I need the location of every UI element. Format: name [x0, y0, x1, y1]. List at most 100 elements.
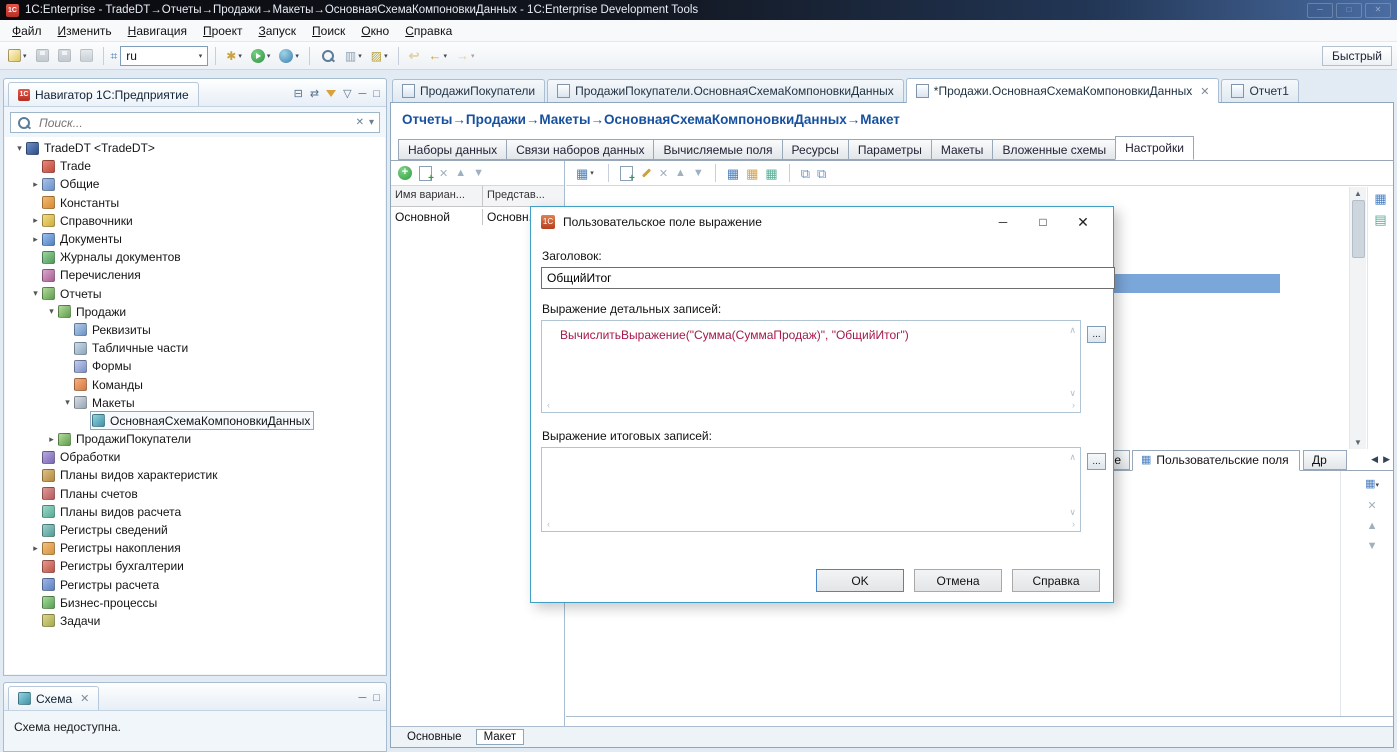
cancel-button[interactable]: Отмена	[914, 569, 1002, 592]
editor-tab-otchet1[interactable]: Отчет1	[1221, 79, 1299, 102]
schema-view-tab[interactable]: Схема ✕	[8, 686, 100, 710]
select-fields-icon[interactable]: ▦	[727, 167, 739, 180]
tree-item-attributes[interactable]: Реквизиты	[5, 321, 385, 339]
move-variant-up-icon[interactable]: ▲	[455, 167, 466, 179]
subtab-settings[interactable]: Настройки	[1115, 136, 1194, 160]
expand-arrow[interactable]: ▸	[29, 234, 42, 245]
save-all-button[interactable]	[55, 47, 74, 64]
menu-search[interactable]: Поиск	[304, 21, 353, 41]
tree-item-templates[interactable]: ▾ Макеты	[5, 394, 385, 412]
expand-arrow[interactable]: ▾	[45, 306, 58, 317]
move-variant-down-icon[interactable]: ▼	[473, 167, 484, 179]
settings-tab-user-fields[interactable]: ▦ Пользовательские поля	[1132, 450, 1300, 471]
expand-arrow[interactable]: ▾	[29, 288, 42, 299]
help-button[interactable]: Справка	[1012, 569, 1100, 592]
column-variant-name[interactable]: Имя вариан...	[391, 186, 483, 206]
subtab-resources[interactable]: Ресурсы	[781, 139, 849, 160]
tree-item-charts-of-calculation-types[interactable]: Планы видов расчета	[5, 503, 385, 521]
vertical-scrollbar[interactable]: ▲ ▼	[1349, 187, 1366, 449]
add-user-field-button[interactable]: ▦▾	[1365, 476, 1379, 491]
tree-item-accounting-registers[interactable]: Регистры бухгалтерии	[5, 557, 385, 575]
detail-expression-field[interactable]: ВычислитьВыражение("Сумма(СуммаПродаж)",…	[541, 320, 1081, 413]
window-close-icon[interactable]: ✕	[1365, 2, 1391, 18]
tree-item-business-processes[interactable]: Бизнес-процессы	[5, 594, 385, 612]
tree-item-constants[interactable]: Константы	[5, 194, 385, 212]
minimize-view-icon[interactable]: ─	[359, 692, 367, 704]
caption-input[interactable]	[541, 267, 1115, 289]
tree-item-prodazhipokupateli[interactable]: ▸ ПродажиПокупатели	[5, 430, 385, 448]
delete-user-field-icon[interactable]: ✕	[1367, 499, 1376, 512]
debug-button[interactable]: ▾	[276, 47, 302, 65]
subtab-templates[interactable]: Макеты	[930, 139, 994, 160]
edit-item-icon[interactable]	[640, 167, 652, 180]
tree-item-forms[interactable]: Формы	[5, 357, 385, 375]
print-button[interactable]	[77, 47, 96, 64]
collapse-all-icon[interactable]: ⊟	[294, 87, 303, 100]
bottom-tab-template[interactable]: Макет	[475, 729, 525, 745]
delete-item-icon[interactable]: ✕	[659, 167, 668, 180]
add-item-icon[interactable]	[619, 165, 635, 184]
menu-edit[interactable]: Изменить	[50, 21, 120, 41]
tree-item-reports[interactable]: ▾ Отчеты	[5, 285, 385, 303]
group-items-icon[interactable]: ⧉	[801, 167, 810, 180]
tree-item-tasks[interactable]: Задачи	[5, 612, 385, 630]
settings-tab-partial-right[interactable]: Др	[1303, 450, 1347, 470]
tree-item-calculation-registers[interactable]: Регистры расчета	[5, 576, 385, 594]
conditional-appearance-icon[interactable]: ▦	[765, 167, 777, 180]
move-item-up-icon[interactable]: ▲	[675, 167, 686, 179]
detail-expression-more-button[interactable]: ...	[1087, 326, 1106, 343]
dialog-close-icon[interactable]: ✕	[1063, 208, 1103, 236]
tree-item-common[interactable]: ▸ Общие	[5, 175, 385, 193]
subtab-data-set-links[interactable]: Связи наборов данных	[506, 139, 655, 160]
forward-button[interactable]: → ▾	[453, 46, 478, 65]
back-button[interactable]: ← ▾	[426, 46, 451, 65]
add-variant-icon[interactable]	[398, 165, 412, 180]
annotations-button[interactable]: ▥ ▾	[342, 47, 365, 65]
external-tools-button[interactable]: ✱ ▾	[223, 47, 245, 65]
variant-name-cell[interactable]: Основной	[391, 208, 483, 225]
editor-tab-prodazhipokupateli[interactable]: ПродажиПокупатели	[392, 79, 546, 102]
tree-item-trade[interactable]: Trade	[5, 157, 385, 175]
move-to-group-icon[interactable]: ⧉	[817, 167, 826, 180]
tabs-scroll-left-icon[interactable]: ◀	[1371, 454, 1378, 465]
dialog-minimize-icon[interactable]: ─	[983, 208, 1023, 236]
search-button[interactable]	[317, 46, 339, 66]
tree-item-prodazhi[interactable]: ▾ Продажи	[5, 303, 385, 321]
menu-run[interactable]: Запуск	[250, 21, 304, 41]
tree-item-accumulation-registers[interactable]: ▸ Регистры накопления	[5, 539, 385, 557]
tree-item-data-processors[interactable]: Обработки	[5, 448, 385, 466]
maximize-view-icon[interactable]: □	[373, 88, 380, 100]
move-item-down-icon[interactable]: ▼	[693, 167, 704, 179]
window-minimize-icon[interactable]: ─	[1307, 2, 1333, 18]
window-maximize-icon[interactable]: □	[1336, 2, 1362, 18]
link-with-editor-icon[interactable]: ⇄	[310, 87, 319, 100]
save-button[interactable]	[33, 47, 52, 64]
close-view-icon[interactable]: ✕	[80, 692, 89, 705]
tree-item-charts-of-characteristic-types[interactable]: Планы видов характеристик	[5, 466, 385, 484]
subtab-nested-schemas[interactable]: Вложенные схемы	[992, 139, 1117, 160]
new-wizard-button[interactable]: ▾	[5, 47, 30, 64]
last-edit-location-button[interactable]: ↩	[406, 46, 423, 66]
menu-navigate[interactable]: Навигация	[120, 21, 195, 41]
run-button[interactable]: ▾	[248, 47, 274, 65]
maximize-view-icon[interactable]: □	[373, 692, 380, 704]
search-options-icon[interactable]: ▾	[369, 117, 374, 128]
editor-tab-prodazhipokupateli-dcs[interactable]: ПродажиПокупатели.ОсновнаяСхемаКомпоновк…	[547, 79, 904, 102]
expand-arrow[interactable]: ▸	[29, 543, 42, 554]
close-tab-icon[interactable]: ✕	[1200, 85, 1209, 98]
tree-item-charts-of-accounts[interactable]: Планы счетов	[5, 485, 385, 503]
tree-item-documents[interactable]: ▸ Документы	[5, 230, 385, 248]
data-parameters-icon[interactable]: ▦	[746, 167, 758, 180]
menu-help[interactable]: Справка	[397, 21, 460, 41]
scrollbar-thumb[interactable]	[1351, 200, 1365, 258]
search-input[interactable]	[37, 114, 351, 131]
ok-button[interactable]: OK	[816, 569, 904, 592]
expand-arrow[interactable]: ▸	[45, 434, 58, 445]
tree-item-dcs-template[interactable]: ОсновнаяСхемаКомпоновкиДанных	[5, 411, 385, 431]
expand-arrow[interactable]: ▾	[61, 397, 74, 408]
tree-item-catalogs[interactable]: ▸ Справочники	[5, 212, 385, 230]
dialog-maximize-icon[interactable]: □	[1023, 208, 1063, 236]
menu-window[interactable]: Окно	[353, 21, 397, 41]
breadcrumb[interactable]: Отчеты→Продажи→Макеты→ОсновнаяСхемаКомпо…	[391, 103, 1393, 136]
navigator-view-tab[interactable]: 1С Навигатор 1С:Предприятие	[8, 82, 199, 106]
